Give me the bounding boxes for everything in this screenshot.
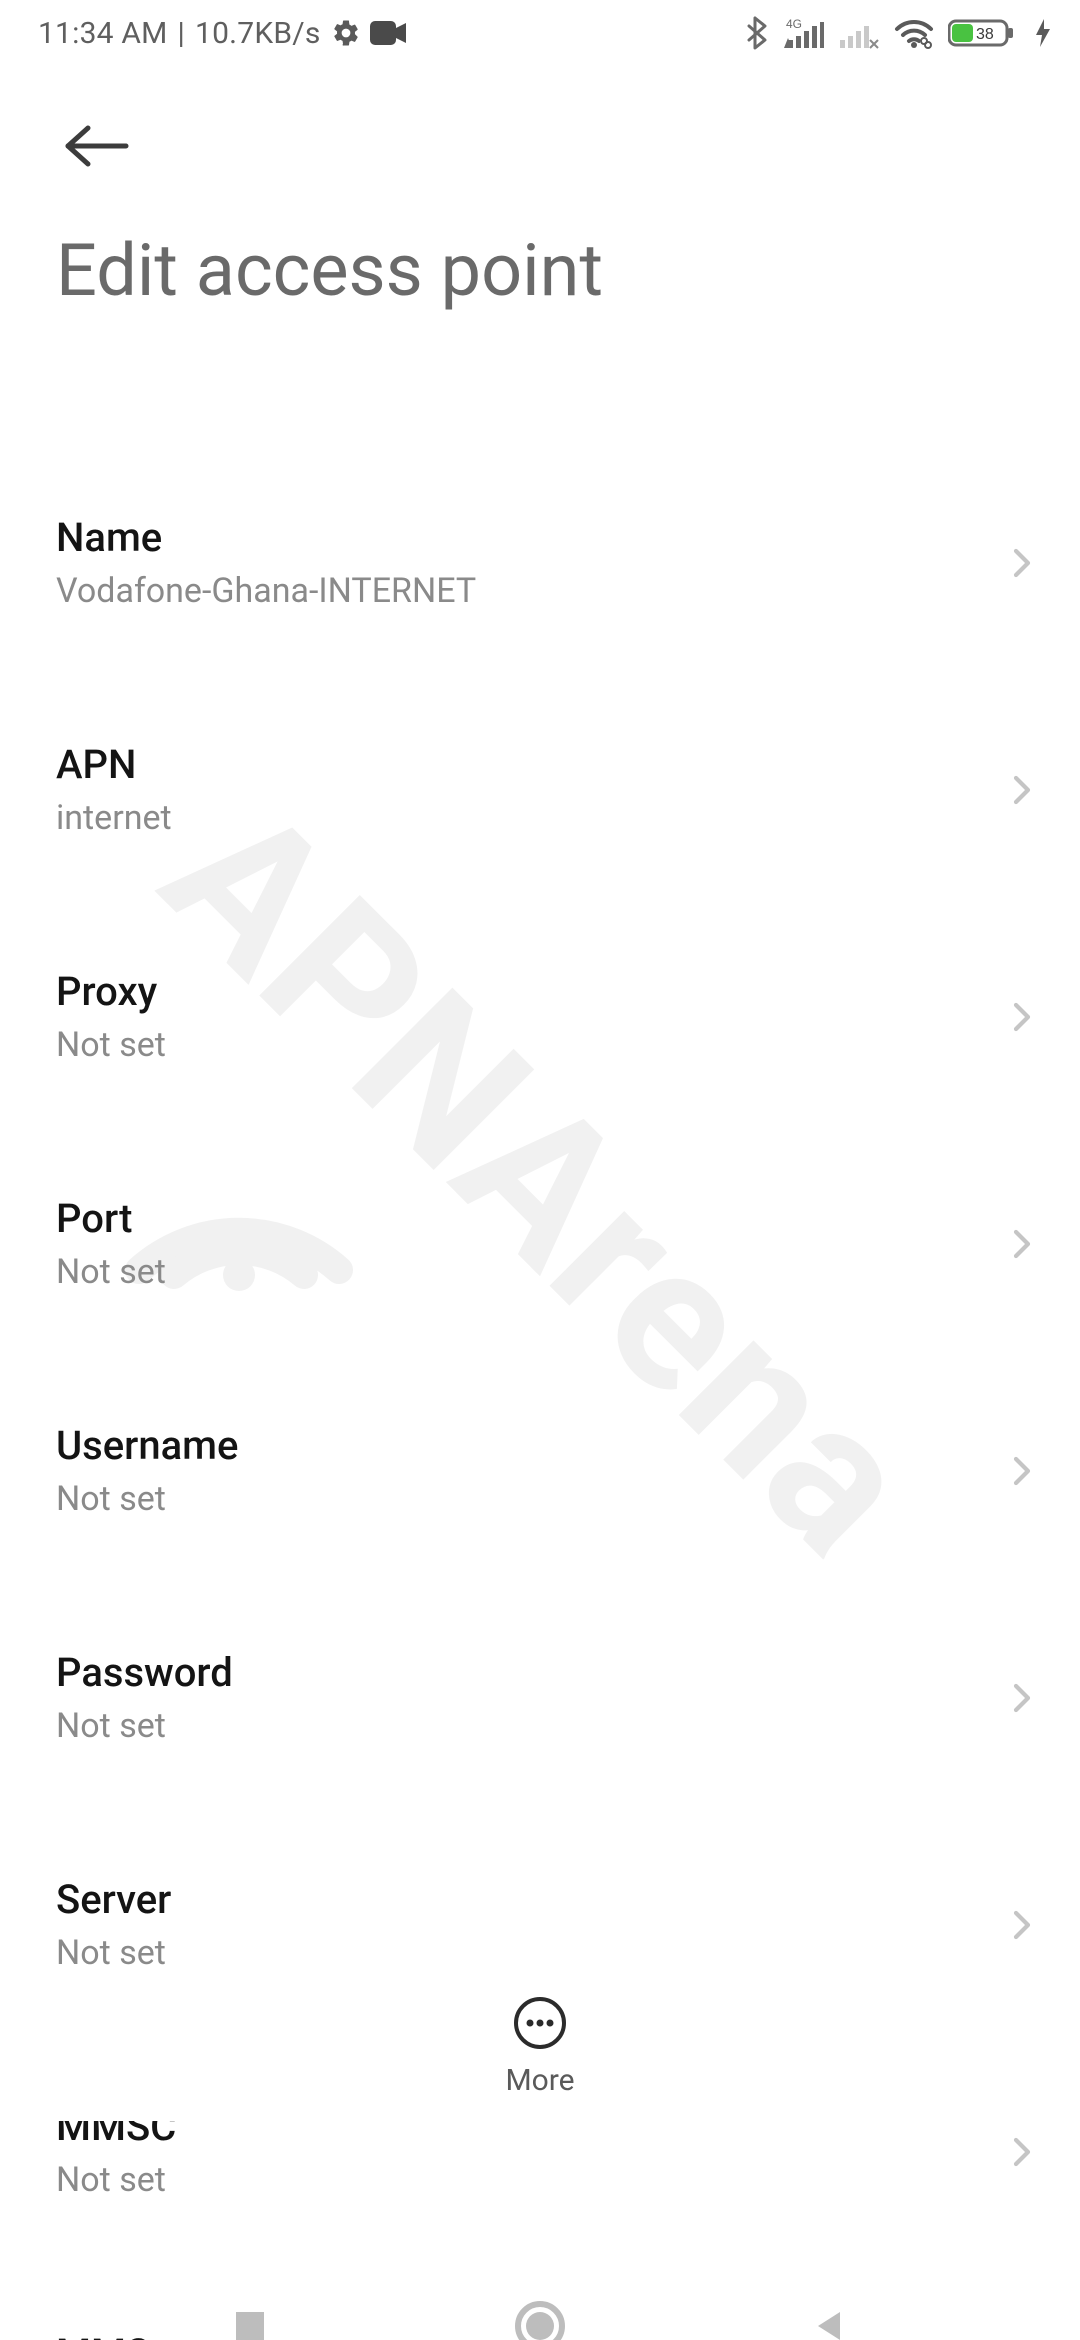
more-ellipsis-icon xyxy=(512,1995,568,2051)
row-value: Not set xyxy=(56,1479,984,1519)
arrow-left-icon xyxy=(60,122,132,170)
row-password[interactable]: Password Not set xyxy=(0,1611,1080,1784)
status-left-icons xyxy=(331,18,407,48)
row-label: Password xyxy=(56,1649,984,1696)
row-name[interactable]: Name Vodafone-Ghana-INTERNET xyxy=(0,476,1080,649)
row-port[interactable]: Port Not set xyxy=(0,1157,1080,1330)
charging-bolt-icon xyxy=(1034,17,1052,49)
battery-percent-text: 38 xyxy=(976,26,994,43)
status-right: 4G xyxy=(744,16,1052,50)
row-value: Not set xyxy=(56,2160,984,2200)
status-left: 11:34 AM | 10.7KB/s xyxy=(38,16,407,51)
bottom-toolbar: More xyxy=(0,1971,1080,2121)
chevron-right-icon xyxy=(1004,1453,1040,1489)
chevron-right-icon xyxy=(1004,545,1040,581)
status-net-speed: 10.7KB/s xyxy=(195,16,320,51)
row-username[interactable]: Username Not set xyxy=(0,1384,1080,1557)
row-value: Not set xyxy=(56,1025,984,1065)
status-bar: 11:34 AM | 10.7KB/s 4G xyxy=(0,0,1080,66)
row-label: APN xyxy=(56,741,984,788)
row-label: Server xyxy=(56,1876,984,1923)
chevron-right-icon xyxy=(1004,2134,1040,2170)
nav-recent-button[interactable] xyxy=(210,2286,290,2340)
row-proxy[interactable]: Proxy Not set xyxy=(0,930,1080,1103)
battery-icon: 38 xyxy=(948,17,1020,49)
row-label: Username xyxy=(56,1422,984,1469)
wifi-icon xyxy=(894,17,934,49)
back-button[interactable] xyxy=(56,106,136,186)
signal-nosim-icon xyxy=(838,16,880,50)
row-value: Not set xyxy=(56,1706,984,1746)
row-label: Proxy xyxy=(56,968,984,1015)
status-time: 11:34 AM xyxy=(38,16,168,51)
triangle-left-icon xyxy=(810,2306,850,2340)
nav-home-button[interactable] xyxy=(500,2286,580,2340)
more-button[interactable]: More xyxy=(505,1995,574,2098)
settings-gear-icon xyxy=(331,18,361,48)
signal-4g-icon: 4G xyxy=(782,16,824,50)
status-separator: | xyxy=(178,16,186,51)
row-value: internet xyxy=(56,798,984,838)
chevron-right-icon xyxy=(1004,999,1040,1035)
system-nav-bar xyxy=(0,2261,1080,2340)
chevron-right-icon xyxy=(1004,1907,1040,1943)
row-value: Not set xyxy=(56,1252,984,1292)
svg-text:4G: 4G xyxy=(786,17,802,31)
chevron-right-icon xyxy=(1004,1680,1040,1716)
video-camera-icon xyxy=(369,20,407,46)
row-label: Port xyxy=(56,1195,984,1242)
more-label: More xyxy=(505,2063,574,2098)
row-value: Not set xyxy=(56,1933,984,1973)
bluetooth-icon xyxy=(744,16,768,50)
row-label: Name xyxy=(56,514,984,561)
circle-icon xyxy=(514,2300,566,2340)
square-icon xyxy=(230,2306,270,2340)
chevron-right-icon xyxy=(1004,772,1040,808)
row-value: Vodafone-Ghana-INTERNET xyxy=(56,571,984,611)
chevron-right-icon xyxy=(1004,1226,1040,1262)
nav-back-button[interactable] xyxy=(790,2286,870,2340)
row-apn[interactable]: APN internet xyxy=(0,703,1080,876)
page-title: Edit access point xyxy=(0,186,1080,377)
